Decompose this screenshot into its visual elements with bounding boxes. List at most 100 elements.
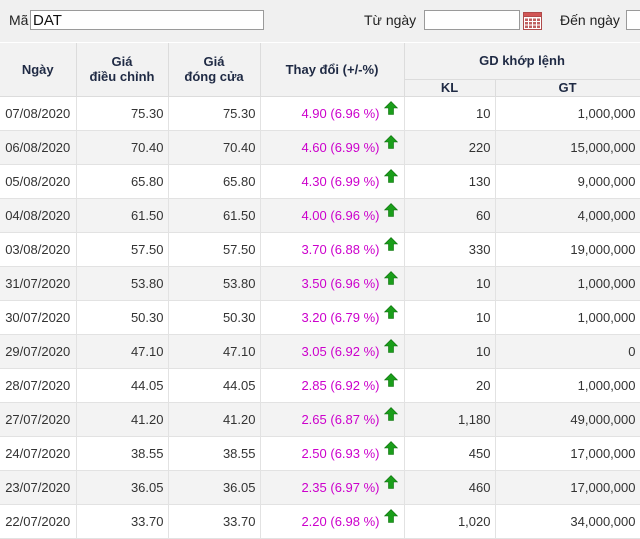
cell-value: 1,000,000 [495, 266, 640, 301]
table-row: 24/07/2020 38.55 38.55 2.50 (6.93 %) 450 17,0… [0, 436, 640, 471]
cell-volume: 20 [404, 368, 496, 403]
cell-adjusted-price: 44.05 [76, 368, 169, 403]
change-text: 2.65 (6.87 %) [301, 411, 380, 427]
cell-change: 2.50 (6.93 %) [260, 436, 405, 471]
change-text: 3.50 (6.96 %) [301, 275, 380, 291]
code-label: Mã [9, 12, 29, 28]
header-value: GT [495, 79, 640, 97]
cell-adjusted-price: 75.30 [76, 96, 169, 131]
cell-change: 4.90 (6.96 %) [260, 96, 405, 131]
table-row: 05/08/2020 65.80 65.80 4.30 (6.99 %) 130 9,00… [0, 164, 640, 199]
cell-adjusted-price: 50.30 [76, 300, 169, 335]
green-up-arrow-icon [383, 406, 398, 421]
change-text: 4.90 (6.96 %) [301, 105, 380, 121]
cell-value: 9,000,000 [495, 164, 640, 199]
cell-adjusted-price: 36.05 [76, 470, 169, 505]
table-row: 27/07/2020 41.20 41.20 2.65 (6.87 %) 1,180 49… [0, 402, 640, 437]
cell-close-price: 50.30 [168, 300, 261, 335]
change-text: 2.35 (6.97 %) [301, 479, 380, 495]
to-date-label: Đến ngày [560, 12, 620, 28]
green-up-arrow-icon [383, 508, 398, 523]
cell-date: 06/08/2020 [0, 130, 77, 165]
table-row: 30/07/2020 50.30 50.30 3.20 (6.79 %) 10 1,000… [0, 300, 640, 335]
cell-adjusted-price: 53.80 [76, 266, 169, 301]
cell-change: 2.65 (6.87 %) [260, 402, 405, 437]
cell-value: 1,000,000 [495, 368, 640, 403]
table-row: 29/07/2020 47.10 47.10 3.05 (6.92 %) 10 0 [0, 334, 640, 369]
cell-adjusted-price: 57.50 [76, 232, 169, 267]
from-date-label: Từ ngày [364, 12, 417, 28]
price-history-table: Ngày Giá điều chỉnh Giá đóng cửa Thay đổ… [0, 43, 640, 539]
cell-change: 4.00 (6.96 %) [260, 198, 405, 233]
cell-close-price: 65.80 [168, 164, 261, 199]
cell-volume: 10 [404, 334, 496, 369]
table-row: 06/08/2020 70.40 70.40 4.60 (6.99 %) 220 15,0… [0, 130, 640, 165]
cell-adjusted-price: 41.20 [76, 402, 169, 437]
change-text: 3.20 (6.79 %) [301, 309, 380, 325]
cell-date: 29/07/2020 [0, 334, 77, 369]
cell-close-price: 70.40 [168, 130, 261, 165]
cell-volume: 330 [404, 232, 496, 267]
change-text: 2.85 (6.92 %) [301, 377, 380, 393]
cell-value: 17,000,000 [495, 436, 640, 471]
green-up-arrow-icon [383, 440, 398, 455]
cell-change: 4.30 (6.99 %) [260, 164, 405, 199]
cell-adjusted-price: 65.80 [76, 164, 169, 199]
cell-date: 03/08/2020 [0, 232, 77, 267]
header-close-price: Giá đóng cửa [168, 43, 261, 97]
cell-change: 3.70 (6.88 %) [260, 232, 405, 267]
cell-date: 24/07/2020 [0, 436, 77, 471]
cell-volume: 460 [404, 470, 496, 505]
cell-volume: 220 [404, 130, 496, 165]
cell-volume: 10 [404, 96, 496, 131]
cell-date: 23/07/2020 [0, 470, 77, 505]
green-up-arrow-icon [383, 202, 398, 217]
green-up-arrow-icon [383, 474, 398, 489]
green-up-arrow-icon [383, 372, 398, 387]
cell-value: 1,000,000 [495, 300, 640, 335]
change-text: 3.05 (6.92 %) [301, 343, 380, 359]
cell-volume: 1,180 [404, 402, 496, 437]
cell-value: 0 [495, 334, 640, 369]
cell-volume: 450 [404, 436, 496, 471]
change-text: 3.70 (6.88 %) [301, 241, 380, 257]
cell-close-price: 53.80 [168, 266, 261, 301]
table-row: 23/07/2020 36.05 36.05 2.35 (6.97 %) 460 17,0… [0, 470, 640, 505]
header-adjusted-line1: Giá [111, 54, 133, 70]
calendar-icon[interactable] [523, 12, 542, 30]
header-matched-orders: GD khớp lệnh [404, 43, 640, 80]
header-date: Ngày [0, 43, 77, 97]
cell-close-price: 44.05 [168, 368, 261, 403]
cell-change: 3.50 (6.96 %) [260, 266, 405, 301]
cell-date: 28/07/2020 [0, 368, 77, 403]
green-up-arrow-icon [383, 134, 398, 149]
green-up-arrow-icon [383, 270, 398, 285]
header-volume: KL [404, 79, 496, 97]
table-row: 31/07/2020 53.80 53.80 3.50 (6.96 %) 10 1,000… [0, 266, 640, 301]
stock-code-input[interactable] [30, 10, 264, 30]
from-date-input[interactable] [424, 10, 520, 30]
cell-change: 3.05 (6.92 %) [260, 334, 405, 369]
cell-close-price: 41.20 [168, 402, 261, 437]
cell-value: 15,000,000 [495, 130, 640, 165]
table-row: 22/07/2020 33.70 33.70 2.20 (6.98 %) 1,020 34… [0, 504, 640, 539]
to-date-input[interactable] [626, 10, 640, 30]
change-text: 4.30 (6.99 %) [301, 173, 380, 189]
cell-adjusted-price: 38.55 [76, 436, 169, 471]
cell-volume: 10 [404, 300, 496, 335]
filter-bar: Mã Từ ngày Đến ngày [0, 0, 640, 42]
cell-close-price: 75.30 [168, 96, 261, 131]
cell-value: 4,000,000 [495, 198, 640, 233]
green-up-arrow-icon [383, 100, 398, 115]
cell-date: 07/08/2020 [0, 96, 77, 131]
header-close-line2: đóng cửa [184, 69, 244, 85]
cell-adjusted-price: 33.70 [76, 504, 169, 539]
cell-volume: 130 [404, 164, 496, 199]
cell-date: 27/07/2020 [0, 402, 77, 437]
cell-date: 04/08/2020 [0, 198, 77, 233]
change-text: 2.20 (6.98 %) [301, 513, 380, 529]
cell-date: 22/07/2020 [0, 504, 77, 539]
table-row: 04/08/2020 61.50 61.50 4.00 (6.96 %) 60 4,000… [0, 198, 640, 233]
cell-date: 05/08/2020 [0, 164, 77, 199]
header-change: Thay đổi (+/-%) [260, 43, 405, 97]
